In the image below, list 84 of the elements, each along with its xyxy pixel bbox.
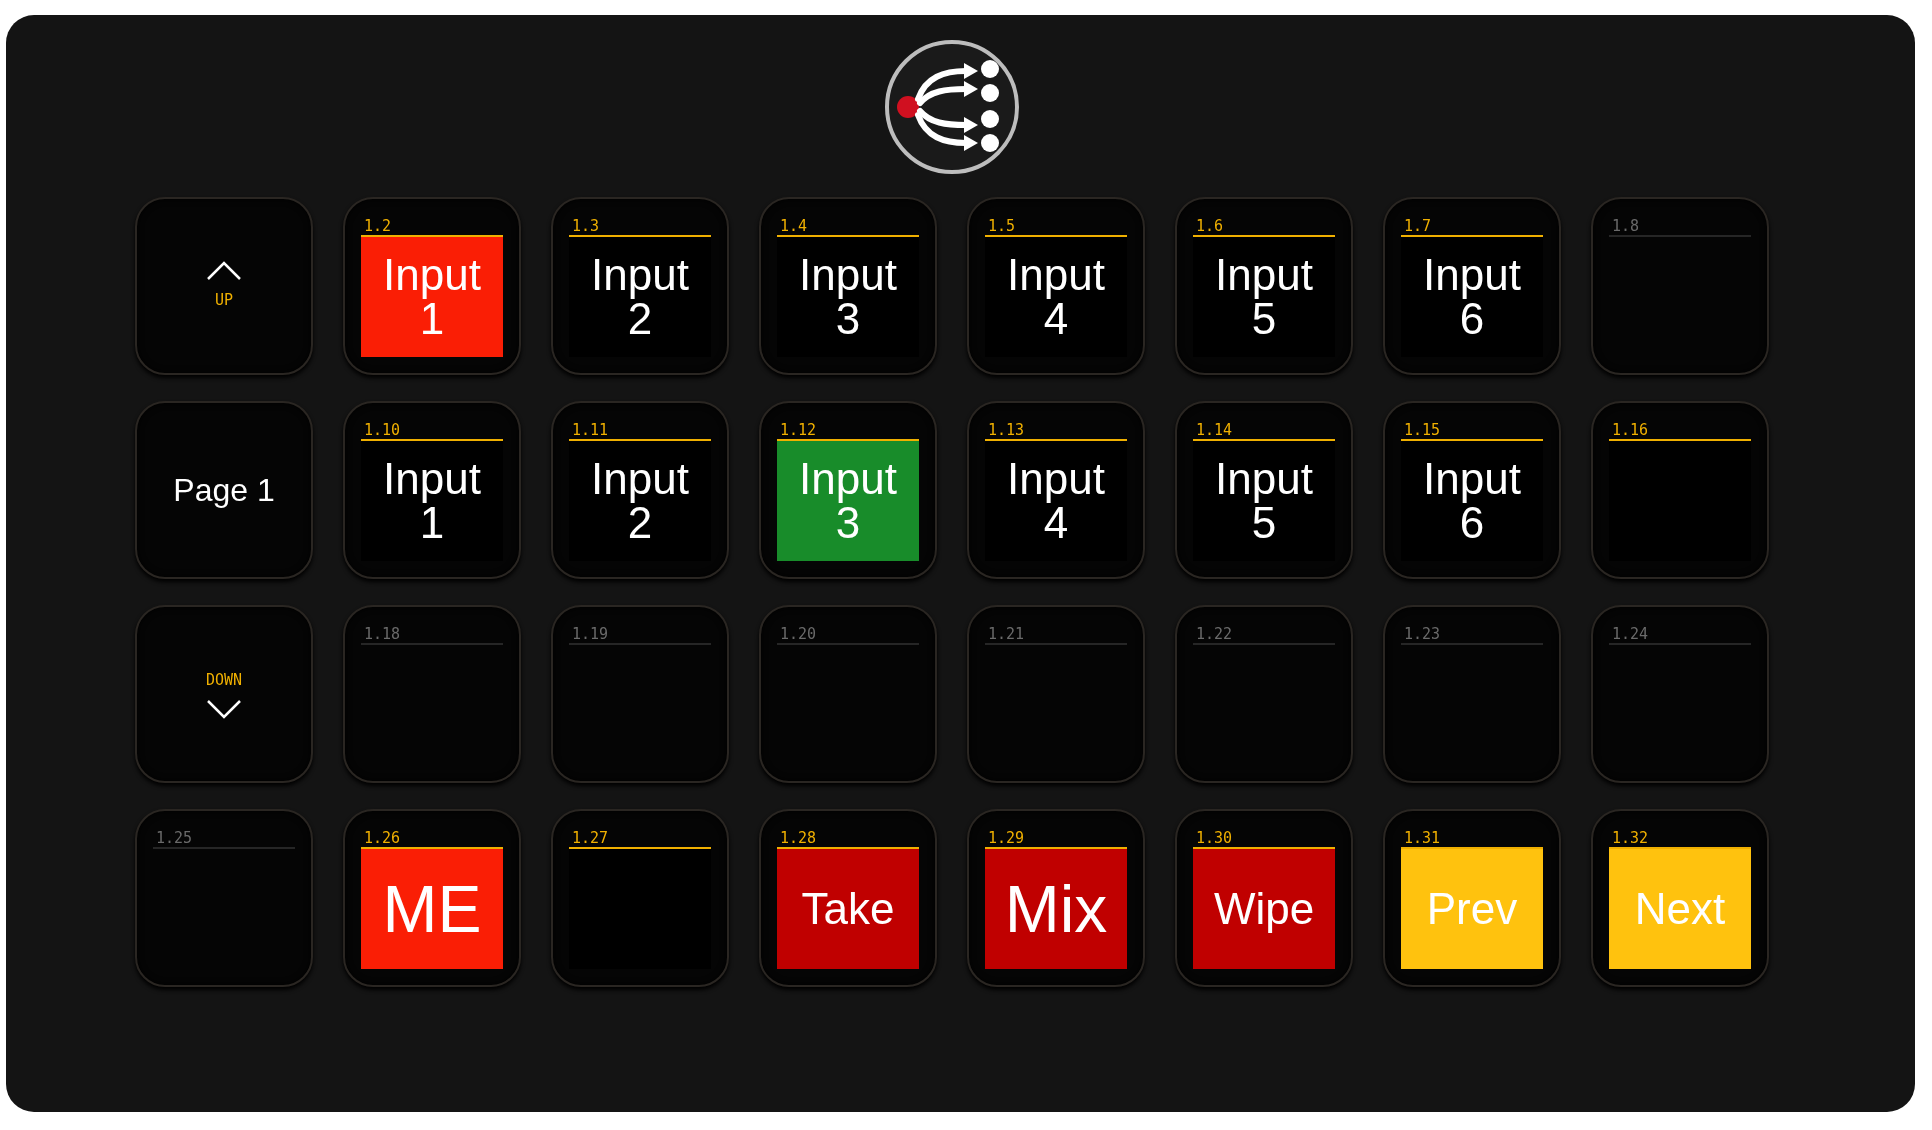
empty-button[interactable]: 1.25 — [135, 809, 313, 987]
grid-button[interactable]: 1.12 Input 3 — [759, 401, 937, 579]
button-label: Wipe — [1213, 887, 1315, 931]
button-number: 1.26 — [364, 829, 401, 847]
button-number: 1.29 — [988, 829, 1025, 847]
button-number: 1.22 — [1196, 625, 1233, 643]
grid-button[interactable]: 1.14 Input 5 — [1175, 401, 1353, 579]
grid-button[interactable]: 1.6 Input 5 — [1175, 197, 1353, 375]
page-indicator: Page 1 — [135, 401, 313, 579]
button-label: Input 5 — [1214, 457, 1314, 545]
empty-button[interactable]: 1.20 — [759, 605, 937, 783]
button-number: 1.21 — [988, 625, 1025, 643]
button-number: 1.28 — [780, 829, 817, 847]
button-number: 1.8 — [1612, 217, 1640, 235]
grid-button[interactable]: 1.30 Wipe — [1175, 809, 1353, 987]
grid-button[interactable]: 1.11 Input 2 — [551, 401, 729, 579]
button-number: 1.15 — [1404, 421, 1441, 439]
page-down-button[interactable]: DOWN — [135, 605, 313, 783]
button-number: 1.2 — [364, 217, 392, 235]
grid-button[interactable]: 1.32 Next — [1591, 809, 1769, 987]
button-number: 1.6 — [1196, 217, 1224, 235]
empty-button[interactable]: 1.8 — [1591, 197, 1769, 375]
empty-button[interactable]: 1.21 — [967, 605, 1145, 783]
button-label: Mix — [1004, 876, 1108, 942]
nav-label: UP — [214, 289, 234, 311]
button-label: ME — [382, 876, 482, 942]
button-number: 1.7 — [1404, 217, 1432, 235]
button-number: 1.16 — [1612, 421, 1649, 439]
button-label: Input 2 — [590, 253, 690, 341]
page-up-button[interactable]: UP — [135, 197, 313, 375]
button-number: 1.12 — [780, 421, 817, 439]
grid-button[interactable]: 1.15 Input 6 — [1383, 401, 1561, 579]
button-number: 1.14 — [1196, 421, 1233, 439]
grid-button[interactable]: 1.3 Input 2 — [551, 197, 729, 375]
button-number: 1.11 — [572, 421, 609, 439]
grid-button[interactable]: 1.4 Input 3 — [759, 197, 937, 375]
button-label: Take — [801, 887, 895, 931]
button-label: Next — [1634, 887, 1726, 931]
button-label: Input 6 — [1422, 457, 1522, 545]
button-number: 1.27 — [572, 829, 609, 847]
empty-button[interactable]: 1.24 — [1591, 605, 1769, 783]
grid-button[interactable]: 1.2 Input 1 — [343, 197, 521, 375]
button-number: 1.5 — [988, 217, 1016, 235]
logo-icon — [884, 39, 1020, 175]
grid-button[interactable]: 1.27 — [551, 809, 729, 987]
chevron-up-icon — [206, 260, 242, 281]
empty-button[interactable]: 1.19 — [551, 605, 729, 783]
grid-button[interactable]: 1.5 Input 4 — [967, 197, 1145, 375]
button-number: 1.10 — [364, 421, 401, 439]
grid-button[interactable]: 1.26 ME — [343, 809, 521, 987]
button-number: 1.23 — [1404, 625, 1441, 643]
chevron-down-icon — [206, 699, 242, 720]
button-label: Input 5 — [1214, 253, 1314, 341]
grid-button[interactable]: 1.10 Input 1 — [343, 401, 521, 579]
button-label: Input 1 — [382, 457, 482, 545]
button-label: Input 6 — [1422, 253, 1522, 341]
button-number: 1.32 — [1612, 829, 1649, 847]
button-number: 1.13 — [988, 421, 1025, 439]
button-label: Input 1 — [382, 253, 482, 341]
button-label: Input 4 — [1006, 457, 1106, 545]
button-number: 1.4 — [780, 217, 808, 235]
button-number: 1.18 — [364, 625, 401, 643]
button-label: Input 3 — [798, 253, 898, 341]
button-number: 1.3 — [572, 217, 600, 235]
grid-button[interactable]: 1.28 Take — [759, 809, 937, 987]
grid-button[interactable]: 1.29 Mix — [967, 809, 1145, 987]
button-number: 1.31 — [1404, 829, 1441, 847]
empty-button[interactable]: 1.18 — [343, 605, 521, 783]
button-label: Input 3 — [798, 457, 898, 545]
button-label: Prev — [1426, 887, 1518, 931]
button-number: 1.25 — [156, 829, 193, 847]
empty-button[interactable]: 1.22 — [1175, 605, 1353, 783]
button-label: Input 4 — [1006, 253, 1106, 341]
grid-button[interactable]: 1.7 Input 6 — [1383, 197, 1561, 375]
button-number: 1.30 — [1196, 829, 1233, 847]
grid-button[interactable]: 1.13 Input 4 — [967, 401, 1145, 579]
grid-button[interactable]: 1.31 Prev — [1383, 809, 1561, 987]
button-number: 1.24 — [1612, 625, 1649, 643]
button-label: Input 2 — [590, 457, 690, 545]
grid-button[interactable]: 1.16 — [1591, 401, 1769, 579]
nav-label: DOWN — [205, 669, 243, 691]
button-number: 1.20 — [780, 625, 817, 643]
empty-button[interactable]: 1.23 — [1383, 605, 1561, 783]
button-number: 1.19 — [572, 625, 609, 643]
